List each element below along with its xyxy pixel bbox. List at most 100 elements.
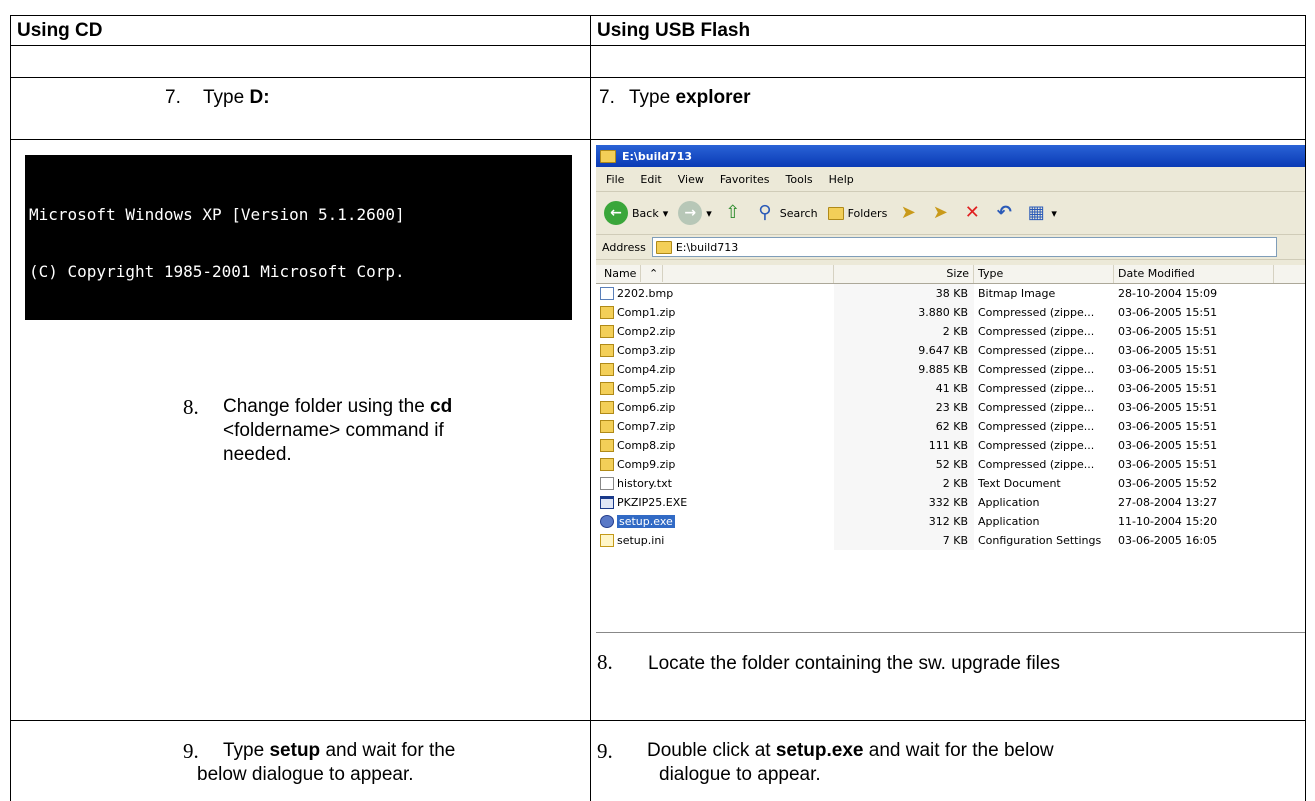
spacer-cell xyxy=(10,46,590,77)
file-row[interactable]: Comp6.zip 23 KB Compressed (zippe... 03-06-… xyxy=(596,398,1305,417)
spacer-row xyxy=(10,46,1306,78)
file-type: Compressed (zippe... xyxy=(978,420,1095,433)
file-row[interactable]: Comp2.zip 2 KB Compressed (zippe... 03-06-2… xyxy=(596,322,1305,341)
file-list-header: Name ⌃ Size Type Date Modified xyxy=(596,265,1305,284)
zip-folder-icon xyxy=(600,382,614,395)
file-type: Bitmap Image xyxy=(978,287,1056,300)
copy-to-icon[interactable]: ➤ xyxy=(929,202,951,224)
address-input[interactable]: E:\build713 xyxy=(651,237,1277,257)
file-name-cell: setup.ini xyxy=(596,534,834,547)
up-folder-icon[interactable]: ⇧ xyxy=(722,202,744,224)
menu-edit[interactable]: Edit xyxy=(640,173,661,186)
settings-file-icon xyxy=(600,534,614,547)
folders-button[interactable]: Folders xyxy=(827,206,887,220)
file-row[interactable]: Comp5.zip 41 KB Compressed (zippe... 03-06-… xyxy=(596,379,1305,398)
zip-folder-icon xyxy=(600,325,614,338)
file-row[interactable]: setup.exe 312 KB Application 11-10-2004 15:… xyxy=(596,512,1305,531)
column-date[interactable]: Date Modified xyxy=(1114,265,1274,283)
header-row: Using CD Using USB Flash xyxy=(10,16,1306,46)
file-name: PKZIP25.EXE xyxy=(617,496,688,509)
file-date: 28-10-2004 15:09 xyxy=(1118,287,1218,300)
forward-button[interactable]: → ▾ xyxy=(678,201,712,225)
file-name: 2202.bmp xyxy=(617,287,674,300)
file-name: Comp9.zip xyxy=(617,458,676,471)
file-name: Comp3.zip xyxy=(617,344,676,357)
views-button[interactable]: ▦ ▾ xyxy=(1025,202,1057,224)
file-row[interactable]: Comp1.zip 3.880 KB Compressed (zippe... 03-… xyxy=(596,303,1305,322)
step8-cd: Microsoft Windows XP [Version 5.1.2600] … xyxy=(10,140,590,720)
file-date: 03-06-2005 15:51 xyxy=(1118,401,1218,414)
file-row[interactable]: history.txt 2 KB Text Document 03-06-2005 1… xyxy=(596,474,1305,493)
bitmap-file-icon xyxy=(600,287,614,300)
sort-arrow-icon: ⌃ xyxy=(644,265,664,282)
step8-row: Microsoft Windows XP [Version 5.1.2600] … xyxy=(10,140,1306,721)
file-row[interactable]: 2202.bmp 38 KB Bitmap Image 28-10-2004 15:0… xyxy=(596,284,1305,303)
file-name-cell: PKZIP25.EXE xyxy=(596,496,834,509)
file-date: 27-08-2004 13:27 xyxy=(1118,496,1218,509)
column-size[interactable]: Size xyxy=(834,265,974,283)
header-using-usb: Using USB Flash xyxy=(590,16,1306,45)
back-button[interactable]: ← Back ▾ xyxy=(604,201,668,225)
file-date: 03-06-2005 15:51 xyxy=(1118,458,1218,471)
file-name-cell: setup.exe xyxy=(596,515,834,528)
menu-view[interactable]: View xyxy=(678,173,704,186)
file-type: Compressed (zippe... xyxy=(978,458,1095,471)
file-name: Comp1.zip xyxy=(617,306,676,319)
file-size: 52 KB xyxy=(834,455,974,474)
file-row[interactable]: PKZIP25.EXE 332 KB Application 27-08-2004 1… xyxy=(596,493,1305,512)
move-to-icon[interactable]: ➤ xyxy=(897,202,919,224)
window-titlebar[interactable]: E:\build713 xyxy=(596,145,1305,167)
file-date: 03-06-2005 15:52 xyxy=(1118,477,1218,490)
file-type: Compressed (zippe... xyxy=(978,439,1095,452)
step7-cd-number: 7. xyxy=(165,87,181,108)
search-button[interactable]: ⚲ Search xyxy=(754,202,817,224)
zip-folder-icon xyxy=(600,363,614,376)
step7-row: 7. Type D: 7. Type explorer xyxy=(10,78,1306,140)
undo-icon[interactable]: ↶ xyxy=(993,202,1015,224)
file-type: Compressed (zippe... xyxy=(978,401,1095,414)
file-type: Application xyxy=(978,496,1040,509)
file-type: Compressed (zippe... xyxy=(978,382,1095,395)
menu-help[interactable]: Help xyxy=(829,173,854,186)
delete-icon[interactable]: ✕ xyxy=(961,202,983,224)
file-name: Comp4.zip xyxy=(617,363,676,376)
console-line: C:\WINDOWS\system32>D: xyxy=(29,376,241,395)
file-name-cell: history.txt xyxy=(596,477,834,490)
step9-cd-number: 9. xyxy=(183,739,199,763)
file-name-cell: Comp5.zip xyxy=(596,382,834,395)
step7-cd-text: Type D: xyxy=(203,87,270,108)
file-row[interactable]: setup.ini 7 KB Configuration Settings 03-06… xyxy=(596,531,1305,550)
folder-icon xyxy=(600,149,616,163)
file-type: Compressed (zippe... xyxy=(978,344,1095,357)
menu-file[interactable]: File xyxy=(606,173,624,186)
step8-usb-number: 8. xyxy=(597,650,613,674)
spacer-cell xyxy=(590,46,1306,77)
file-row[interactable]: Comp4.zip 9.885 KB Compressed (zippe... 03-… xyxy=(596,360,1305,379)
file-date: 03-06-2005 15:51 xyxy=(1118,439,1218,452)
column-name[interactable]: Name ⌃ xyxy=(596,265,834,283)
file-row[interactable]: Comp7.zip 62 KB Compressed (zippe... 03-06-… xyxy=(596,417,1305,436)
file-row[interactable]: Comp9.zip 52 KB Compressed (zippe... 03-06-… xyxy=(596,455,1305,474)
header-using-cd: Using CD xyxy=(10,16,590,45)
file-name-cell: Comp7.zip xyxy=(596,420,834,433)
menu-tools[interactable]: Tools xyxy=(786,173,813,186)
command-prompt: Microsoft Windows XP [Version 5.1.2600] … xyxy=(25,155,572,509)
zip-folder-icon xyxy=(600,420,614,433)
file-type: Text Document xyxy=(978,477,1061,490)
file-size: 332 KB xyxy=(834,493,974,512)
file-row[interactable]: Comp3.zip 9.647 KB Compressed (zippe... 03-… xyxy=(596,341,1305,360)
file-list: Name ⌃ Size Type Date Modified 2202.bmp 3… xyxy=(596,265,1305,632)
instruction-table: Using CD Using USB Flash 7. Type D: 7. T… xyxy=(10,15,1306,801)
file-size: 7 KB xyxy=(834,531,974,550)
file-size: 2 KB xyxy=(834,474,974,493)
file-row[interactable]: Comp8.zip 111 KB Compressed (zippe... 03-06… xyxy=(596,436,1305,455)
column-type[interactable]: Type xyxy=(974,265,1114,283)
zip-folder-icon xyxy=(600,439,614,452)
file-type: Application xyxy=(978,515,1040,528)
zip-folder-icon xyxy=(600,458,614,471)
file-size: 38 KB xyxy=(834,284,974,303)
step8-usb-text: 8. Locate the folder containing the sw. … xyxy=(597,650,1060,674)
folders-icon xyxy=(827,206,844,220)
menu-favorites[interactable]: Favorites xyxy=(720,173,770,186)
